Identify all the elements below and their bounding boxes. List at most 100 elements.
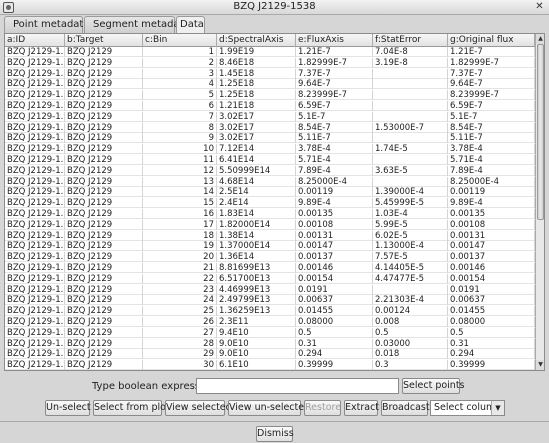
cell-target[interactable]: BZQ J2129	[65, 306, 143, 317]
cell-stat-error[interactable]	[373, 111, 448, 122]
table-row[interactable]: BZQ J2129-1... BZQ J2129 21 8.81699E13 0.001…	[5, 263, 535, 273]
cell-original-flux[interactable]: 5.71E-4	[448, 155, 535, 165]
table-row[interactable]: BZQ J2129-1... BZQ J2129 11 6.41E14 5.71E-4 5…	[5, 155, 535, 165]
column-header-flux-axis[interactable]: e:FluxAxis	[296, 34, 373, 47]
cell-id[interactable]: BZQ J2129-1...	[5, 230, 65, 241]
cell-original-flux[interactable]: 0.00119	[448, 187, 535, 198]
cell-id[interactable]: BZQ J2129-1...	[5, 317, 65, 327]
cell-spectral-axis[interactable]: 1.36E14	[217, 252, 296, 263]
cell-target[interactable]: BZQ J2129	[65, 111, 143, 122]
cell-bin[interactable]: 26	[143, 317, 217, 327]
cell-id[interactable]: BZQ J2129-1...	[5, 198, 65, 209]
scrollbar-thumb[interactable]	[537, 44, 544, 220]
cell-flux-axis[interactable]: 5.1E-7	[296, 111, 373, 122]
cell-original-flux[interactable]: 8.23999E-7	[448, 90, 535, 101]
cell-spectral-axis[interactable]: 3.02E17	[217, 111, 296, 122]
cell-target[interactable]: BZQ J2129	[65, 101, 143, 111]
cell-id[interactable]: BZQ J2129-1...	[5, 252, 65, 263]
cell-stat-error[interactable]	[373, 176, 448, 187]
cell-flux-axis[interactable]: 8.25000E-4	[296, 176, 373, 187]
table-row[interactable]: BZQ J2129-1... BZQ J2129 28 9.0E10 0.31 0.030…	[5, 338, 535, 349]
cell-bin[interactable]: 30	[143, 360, 217, 370]
cell-id[interactable]: BZQ J2129-1...	[5, 79, 65, 90]
cell-id[interactable]: BZQ J2129-1...	[5, 273, 65, 284]
cell-original-flux[interactable]: 5.1E-7	[448, 111, 535, 122]
cell-spectral-axis[interactable]: 1.36259E13	[217, 306, 296, 317]
cell-id[interactable]: BZQ J2129-1...	[5, 219, 65, 230]
cell-original-flux[interactable]: 0.01455	[448, 306, 535, 317]
cell-target[interactable]: BZQ J2129	[65, 273, 143, 284]
cell-flux-axis[interactable]: 0.00119	[296, 187, 373, 198]
cell-stat-error[interactable]: 1.74E-5	[373, 144, 448, 155]
cell-flux-axis[interactable]: 8.23999E-7	[296, 90, 373, 101]
cell-target[interactable]: BZQ J2129	[65, 252, 143, 263]
cell-stat-error[interactable]: 1.03E-4	[373, 209, 448, 219]
table-row[interactable]: BZQ J2129-1... BZQ J2129 30 6.1E10 0.39999 0.…	[5, 360, 535, 370]
cell-spectral-axis[interactable]: 1.21E18	[217, 101, 296, 111]
cell-bin[interactable]: 11	[143, 155, 217, 165]
table-row[interactable]: BZQ J2129-1... BZQ J2129 1 1.99E19 1.21E-7 7.…	[5, 47, 535, 57]
cell-target[interactable]: BZQ J2129	[65, 349, 143, 360]
cell-original-flux[interactable]: 0.5	[448, 327, 535, 338]
cell-original-flux[interactable]: 0.294	[448, 349, 535, 360]
cell-target[interactable]: BZQ J2129	[65, 263, 143, 273]
cell-spectral-axis[interactable]: 1.45E18	[217, 68, 296, 79]
cell-target[interactable]: BZQ J2129	[65, 295, 143, 306]
cell-bin[interactable]: 17	[143, 219, 217, 230]
cell-stat-error[interactable]: 5.45999E-5	[373, 198, 448, 209]
select-from-plot-button[interactable]: Select from plot	[93, 400, 170, 416]
cell-spectral-axis[interactable]: 8.46E18	[217, 57, 296, 68]
expression-input[interactable]	[196, 378, 399, 394]
cell-bin[interactable]: 8	[143, 122, 217, 133]
cell-spectral-axis[interactable]: 1.82000E14	[217, 219, 296, 230]
cell-id[interactable]: BZQ J2129-1...	[5, 47, 65, 57]
cell-stat-error[interactable]	[373, 284, 448, 295]
cell-id[interactable]: BZQ J2129-1...	[5, 306, 65, 317]
cell-bin[interactable]: 20	[143, 252, 217, 263]
cell-target[interactable]: BZQ J2129	[65, 155, 143, 165]
table-row[interactable]: BZQ J2129-1... BZQ J2129 5 1.25E18 8.23999E-…	[5, 90, 535, 101]
cell-id[interactable]: BZQ J2129-1...	[5, 327, 65, 338]
column-header-stat-error[interactable]: f:StatError	[373, 34, 448, 47]
cell-id[interactable]: BZQ J2129-1...	[5, 176, 65, 187]
cell-spectral-axis[interactable]: 8.81699E13	[217, 263, 296, 273]
cell-target[interactable]: BZQ J2129	[65, 144, 143, 155]
column-header-original-flux[interactable]: g:Original flux	[448, 34, 535, 47]
tab-point-metadata[interactable]: Point metadata	[4, 16, 89, 33]
cell-bin[interactable]: 12	[143, 165, 217, 176]
cell-stat-error[interactable]: 0.008	[373, 317, 448, 327]
cell-flux-axis[interactable]: 3.78E-4	[296, 144, 373, 155]
dismiss-button[interactable]: Dismiss	[256, 426, 294, 442]
cell-spectral-axis[interactable]: 1.83E14	[217, 209, 296, 219]
cell-stat-error[interactable]: 0.5	[373, 327, 448, 338]
cell-spectral-axis[interactable]: 9.0E10	[217, 349, 296, 360]
cell-target[interactable]: BZQ J2129	[65, 187, 143, 198]
cell-bin[interactable]: 15	[143, 198, 217, 209]
unselect-button[interactable]: Un-select	[45, 400, 91, 416]
tab-segment-metadata[interactable]: Segment metadata	[84, 16, 190, 33]
cell-spectral-axis[interactable]: 2.49799E13	[217, 295, 296, 306]
cell-flux-axis[interactable]: 0.31	[296, 338, 373, 349]
cell-stat-error[interactable]: 0.00124	[373, 306, 448, 317]
cell-original-flux[interactable]: 5.11E-7	[448, 133, 535, 144]
cell-flux-axis[interactable]: 7.89E-4	[296, 165, 373, 176]
table-row[interactable]: BZQ J2129-1... BZQ J2129 24 2.49799E13 0.006…	[5, 295, 535, 306]
extract-button[interactable]: Extract	[344, 400, 379, 416]
cell-stat-error[interactable]	[373, 155, 448, 165]
cell-original-flux[interactable]: 0.0191	[448, 284, 535, 295]
cell-target[interactable]: BZQ J2129	[65, 57, 143, 68]
broadcast-button[interactable]: Broadcast	[381, 400, 430, 416]
table-row[interactable]: BZQ J2129-1... BZQ J2129 29 9.0E10 0.294 0.01…	[5, 349, 535, 360]
cell-original-flux[interactable]: 0.00637	[448, 295, 535, 306]
cell-bin[interactable]: 7	[143, 111, 217, 122]
cell-spectral-axis[interactable]: 1.38E14	[217, 230, 296, 241]
cell-stat-error[interactable]: 3.19E-8	[373, 57, 448, 68]
cell-flux-axis[interactable]: 8.54E-7	[296, 122, 373, 133]
cell-spectral-axis[interactable]: 7.12E14	[217, 144, 296, 155]
cell-stat-error[interactable]: 7.04E-8	[373, 47, 448, 57]
cell-flux-axis[interactable]: 0.08000	[296, 317, 373, 327]
cell-bin[interactable]: 25	[143, 306, 217, 317]
table-row[interactable]: BZQ J2129-1... BZQ J2129 8 3.02E17 8.54E-7 1.…	[5, 122, 535, 133]
cell-original-flux[interactable]: 3.78E-4	[448, 144, 535, 155]
cell-original-flux[interactable]: 0.00135	[448, 209, 535, 219]
